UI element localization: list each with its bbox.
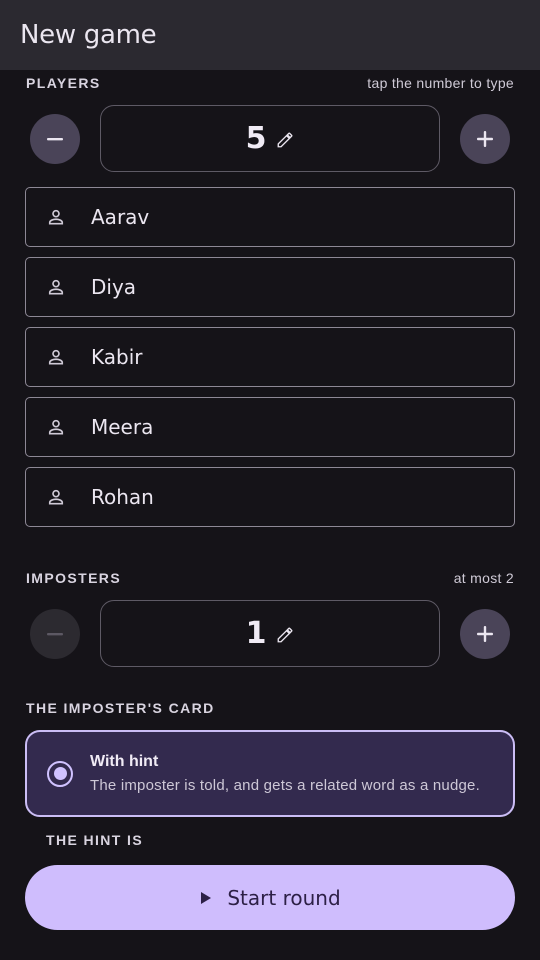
- player-name-text: Meera: [91, 415, 154, 439]
- plus-icon: [477, 131, 493, 147]
- players-count-value: 5: [245, 121, 267, 156]
- imposters-hint: at most 2: [453, 570, 514, 586]
- play-icon: [201, 891, 212, 904]
- imposters-section-label: IMPOSTERS: [26, 570, 122, 586]
- plus-icon: [477, 626, 493, 642]
- players-decrement-button[interactable]: [30, 114, 80, 164]
- player-name-field[interactable]: Meera: [25, 397, 515, 457]
- imposters-count-field[interactable]: 1: [100, 600, 440, 667]
- players-hint: tap the number to type: [367, 75, 514, 91]
- player-name-text: Aarav: [91, 205, 150, 229]
- app-bar: New game: [0, 0, 540, 70]
- pencil-icon: [278, 132, 293, 147]
- players-section-label: PLAYERS: [26, 75, 101, 91]
- player-name-text: Kabir: [91, 345, 143, 369]
- player-name-text: Diya: [91, 275, 137, 299]
- with-hint-option[interactable]: With hint The imposter is told, and gets…: [25, 730, 515, 817]
- option-description: The imposter is told, and gets a related…: [90, 777, 480, 794]
- imposters-increment-button[interactable]: [460, 609, 510, 659]
- person-icon: [48, 209, 64, 225]
- person-icon: [48, 349, 64, 365]
- player-name-field[interactable]: Aarav: [25, 187, 515, 247]
- imposters-decrement-button[interactable]: [30, 609, 80, 659]
- person-icon: [48, 489, 64, 505]
- imposters-count-value: 1: [245, 616, 267, 651]
- player-name-field[interactable]: Kabir: [25, 327, 515, 387]
- hint-section-label: THE HINT IS: [46, 832, 144, 848]
- radio-selected-dot: [53, 767, 67, 780]
- minus-icon: [47, 633, 63, 636]
- radio-button[interactable]: [47, 760, 73, 787]
- player-name-field[interactable]: Rohan: [25, 467, 515, 527]
- player-name-text: Rohan: [91, 485, 154, 509]
- player-name-field[interactable]: Diya: [25, 257, 515, 317]
- start-round-button[interactable]: Start round: [25, 865, 515, 930]
- imposter-card-section-label: THE IMPOSTER'S CARD: [26, 700, 215, 716]
- players-count-field[interactable]: 5: [100, 105, 440, 172]
- players-increment-button[interactable]: [460, 114, 510, 164]
- person-icon: [48, 419, 64, 435]
- minus-icon: [47, 138, 63, 141]
- page-title: New game: [20, 20, 157, 50]
- option-title: With hint: [90, 753, 159, 770]
- person-icon: [48, 279, 64, 295]
- pencil-icon: [278, 627, 293, 642]
- start-round-label: Start round: [227, 885, 341, 910]
